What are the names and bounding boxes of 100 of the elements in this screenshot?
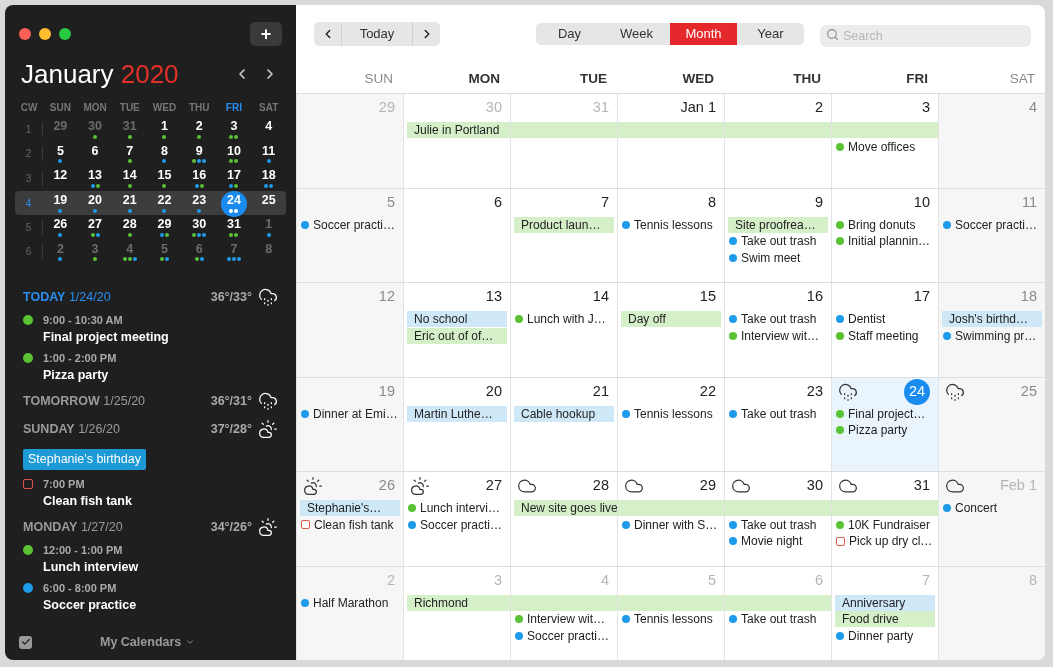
mini-day[interactable]: 27: [88, 216, 102, 239]
all-day-event[interactable]: Anniversary: [835, 594, 935, 611]
event-title[interactable]: Soccer practi…: [527, 627, 610, 644]
mini-day[interactable]: 7: [126, 142, 134, 165]
minimize-button[interactable]: [39, 27, 51, 40]
all-day-event[interactable]: Eric out of of…: [407, 327, 507, 344]
day-cell[interactable]: 11 Soccer practi…: [938, 188, 1045, 282]
mini-day[interactable]: 22: [157, 192, 172, 215]
task-checkbox[interactable]: [301, 520, 310, 530]
mini-day[interactable]: 4: [265, 118, 273, 141]
mini-day[interactable]: 14: [122, 167, 137, 190]
day-cell[interactable]: 19 Dinner at Emi…: [296, 377, 403, 471]
day-cell[interactable]: 15 Day off: [617, 283, 724, 377]
event-title[interactable]: Take out trash: [741, 516, 817, 533]
event-title[interactable]: Dentist: [848, 311, 886, 328]
day-cell[interactable]: 29 Dinner with S…: [617, 472, 724, 566]
event-title[interactable]: Soccer practi…: [420, 516, 503, 533]
mini-day[interactable]: 28: [122, 216, 137, 239]
day-cell[interactable]: 6 Take out trash: [724, 566, 831, 660]
event-title[interactable]: Clean fish tank: [23, 492, 278, 510]
day-cell[interactable]: 28 New site goes live: [510, 472, 617, 566]
all-day-event[interactable]: Cable hookup: [514, 405, 614, 422]
view-tab[interactable]: Week: [603, 23, 670, 45]
day-cell[interactable]: 2 Half Marathon: [296, 566, 403, 660]
day-cell[interactable]: 5 Tennis lessons: [617, 566, 724, 660]
event-title[interactable]: Pick up dry cl…: [849, 533, 933, 550]
event-title[interactable]: Lunch with J…: [527, 311, 606, 328]
day-cell[interactable]: 4 Interview wit… Soccer practi…: [510, 566, 617, 660]
day-cell[interactable]: 3 Richmond: [403, 566, 510, 660]
event-title[interactable]: Tennis lessons: [634, 611, 713, 628]
mini-day[interactable]: 15: [157, 167, 172, 190]
day-cell[interactable]: 21 Cable hookup: [510, 377, 617, 471]
event-title[interactable]: Half Marathon: [313, 594, 389, 611]
event-title[interactable]: Dinner with S…: [634, 516, 718, 533]
week-row[interactable]: 4 19 20 21 22 23 24 25: [15, 190, 286, 215]
day-cell[interactable]: 7 Product laun…: [510, 188, 617, 282]
day-cell[interactable]: 13 No school Eric out of of…: [403, 283, 510, 377]
view-tab[interactable]: Year: [737, 23, 804, 45]
close-button[interactable]: [19, 27, 31, 40]
all-day-event[interactable]: Site proofrea…: [728, 216, 828, 233]
event-title[interactable]: Swimming pr…: [955, 327, 1037, 344]
all-day-event[interactable]: Richmond: [407, 594, 510, 611]
all-day-event[interactable]: Stephanie's…: [300, 500, 400, 517]
mini-day[interactable]: 31: [226, 216, 241, 239]
all-day-event[interactable]: No school: [407, 311, 507, 328]
mini-day[interactable]: 2: [195, 118, 203, 141]
day-cell[interactable]: 5 Soccer practi…: [296, 188, 403, 282]
mini-day[interactable]: 6: [91, 142, 99, 165]
mini-day[interactable]: 18: [261, 167, 276, 190]
mini-day[interactable]: 17: [226, 167, 241, 190]
mini-day[interactable]: 30: [192, 216, 207, 239]
event-title[interactable]: Soccer practi…: [955, 216, 1038, 233]
mini-day[interactable]: 26: [53, 216, 68, 239]
event-title[interactable]: Tennis lessons: [634, 405, 713, 422]
mini-day[interactable]: 3: [229, 118, 239, 141]
all-day-event[interactable]: Day off: [621, 311, 721, 328]
event-title[interactable]: Take out trash: [741, 611, 817, 628]
all-day-event[interactable]: Julie in Portland: [407, 122, 510, 139]
zoom-button[interactable]: [59, 27, 71, 40]
event-title[interactable]: Clean fish tank: [314, 516, 394, 533]
mini-day[interactable]: 20: [88, 192, 102, 215]
event-title[interactable]: Final project…: [848, 405, 926, 422]
add-button[interactable]: +: [250, 21, 282, 46]
day-cell[interactable]: 18 Josh's birthd… Swimming pr…: [938, 283, 1045, 377]
event-title[interactable]: Lunch interview: [23, 558, 278, 576]
mini-day[interactable]: 9: [192, 142, 207, 165]
event-title[interactable]: Interview wit…: [741, 327, 820, 344]
all-day-event[interactable]: New site goes live: [514, 500, 618, 517]
event-title[interactable]: Dinner at Emi…: [313, 405, 398, 422]
day-cell[interactable]: 30 Take out trash Movie night: [724, 472, 831, 566]
event-title[interactable]: Pizza party: [848, 422, 908, 439]
event-title[interactable]: Staff meeting: [848, 327, 919, 344]
day-cell[interactable]: 31 10K Fundraiser Pick up dry cl…: [831, 472, 938, 566]
mini-day[interactable]: 19: [53, 192, 68, 215]
event-title[interactable]: Take out trash: [741, 405, 817, 422]
all-day-event[interactable]: Josh's birthd…: [942, 311, 1042, 328]
task-checkbox[interactable]: [23, 479, 33, 489]
all-day-event[interactable]: Product laun…: [514, 216, 614, 233]
all-day-event[interactable]: Food drive: [835, 611, 935, 628]
event-title[interactable]: Soccer practi…: [313, 216, 396, 233]
day-cell[interactable]: 24 Final project… Pizza party: [831, 377, 938, 471]
mini-day[interactable]: 29: [157, 216, 172, 239]
event-title[interactable]: Concert: [955, 500, 998, 517]
day-cell[interactable]: 7 Anniversary Food drive Dinner party: [831, 566, 938, 660]
mini-day[interactable]: 5: [56, 142, 64, 165]
event-title[interactable]: Bring donuts: [848, 216, 916, 233]
mini-day[interactable]: 23: [192, 192, 207, 215]
calendar-checkbox[interactable]: [19, 635, 32, 649]
day-cell[interactable]: 3 Move offices: [831, 94, 938, 188]
event-title[interactable]: Soccer practice: [23, 596, 278, 614]
day-cell[interactable]: 26 Stephanie's… Clean fish tank: [296, 472, 403, 566]
event-title[interactable]: Initial plannin…: [848, 233, 931, 250]
event-title[interactable]: Interview wit…: [527, 611, 606, 628]
all-day-event[interactable]: Martin Luthe…: [407, 405, 507, 422]
event-title[interactable]: Pizza party: [23, 366, 278, 384]
mini-day[interactable]: 12: [53, 167, 68, 190]
event-title[interactable]: Swim meet: [741, 249, 801, 266]
mini-day[interactable]: 25: [261, 192, 276, 215]
day-cell[interactable]: 2: [724, 94, 831, 188]
task-checkbox[interactable]: [836, 536, 845, 546]
